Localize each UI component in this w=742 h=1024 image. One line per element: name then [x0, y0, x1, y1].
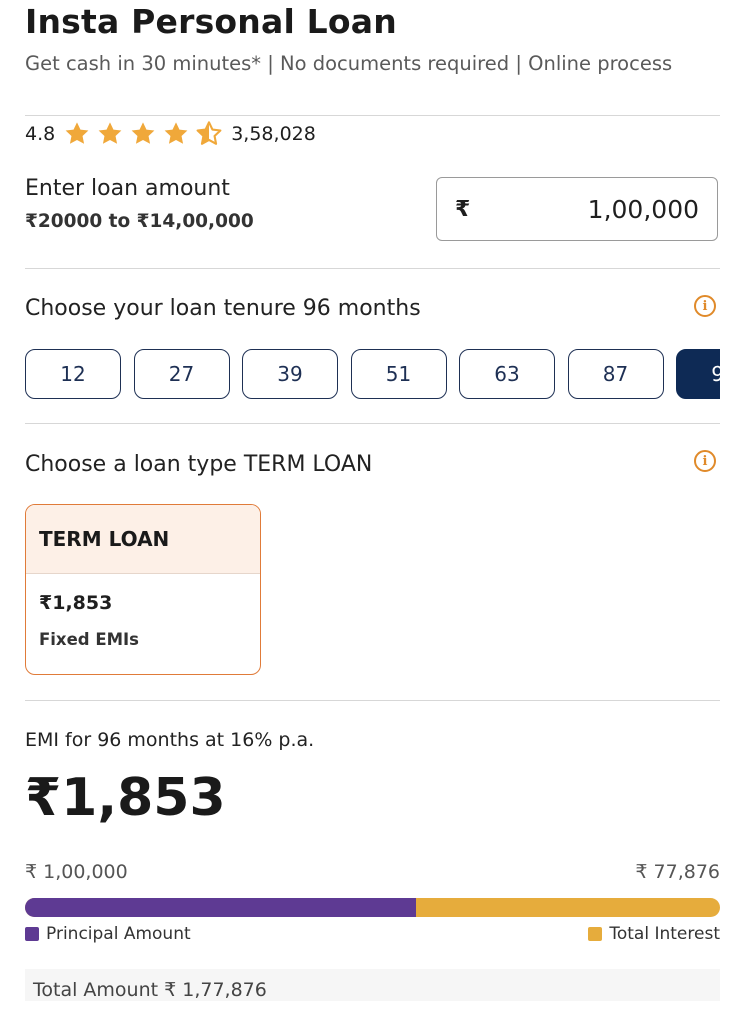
star-icon	[65, 122, 89, 144]
half-star-icon	[196, 121, 222, 145]
divider	[25, 423, 720, 424]
tenure-options: 12 27 39 51 63 87 96	[25, 349, 720, 399]
rating-count: 3,58,028	[231, 123, 316, 145]
tenure-chip-39[interactable]: 39	[242, 349, 338, 399]
star-icon	[164, 122, 188, 144]
loan-amount-range: ₹20000 to ₹14,00,000	[25, 211, 254, 232]
tenure-chip-63[interactable]: 63	[459, 349, 555, 399]
total-amount: Total Amount ₹ 1,77,876	[25, 969, 720, 1001]
principal-swatch	[25, 927, 39, 941]
divider	[25, 700, 720, 701]
emi-label: EMI for 96 months at 16% p.a.	[25, 729, 315, 751]
emi-value: ₹1,853	[25, 768, 226, 828]
interest-legend-label: Total Interest	[609, 924, 720, 944]
tenure-label: Choose your loan tenure 96 months	[25, 296, 421, 321]
page-subtitle: Get cash in 30 minutes* | No documents r…	[25, 52, 673, 75]
loan-amount-field[interactable]: ₹	[436, 177, 718, 241]
divider	[25, 115, 720, 116]
loan-amount-label: Enter loan amount	[25, 176, 230, 201]
interest-value: ₹ 77,876	[635, 861, 720, 883]
card-title: TERM LOAN	[26, 505, 260, 574]
rating-score: 4.8	[25, 123, 56, 145]
principal-legend: Principal Amount	[25, 924, 191, 944]
term-loan-card[interactable]: TERM LOAN ₹1,853 Fixed EMIs	[25, 504, 261, 675]
breakdown-bar	[25, 898, 720, 917]
info-icon[interactable]: i	[694, 295, 716, 317]
star-icon	[98, 122, 122, 144]
tenure-chip-27[interactable]: 27	[133, 349, 230, 399]
card-emi: ₹1,853	[39, 592, 113, 614]
card-description: Fixed EMIs	[39, 630, 139, 649]
rupee-icon: ₹	[455, 196, 471, 222]
tenure-chip-87[interactable]: 87	[567, 349, 664, 399]
tenure-chip-12[interactable]: 12	[25, 349, 121, 399]
tenure-chip-96[interactable]: 96	[676, 349, 720, 399]
loan-amount-input[interactable]	[497, 193, 701, 225]
page-title: Insta Personal Loan	[25, 2, 397, 41]
principal-bar	[25, 898, 416, 917]
principal-legend-label: Principal Amount	[46, 924, 191, 944]
interest-legend: Total Interest	[588, 924, 720, 944]
principal-value: ₹ 1,00,000	[25, 861, 128, 883]
rating-row: 4.8 3,58,028	[25, 119, 316, 149]
rating-stars	[63, 120, 223, 148]
star-icon	[131, 122, 155, 144]
tenure-chip-51[interactable]: 51	[350, 349, 447, 399]
info-icon[interactable]: i	[694, 450, 716, 472]
interest-swatch	[588, 927, 603, 941]
loan-type-label: Choose a loan type TERM LOAN	[25, 452, 373, 477]
divider	[25, 268, 720, 269]
